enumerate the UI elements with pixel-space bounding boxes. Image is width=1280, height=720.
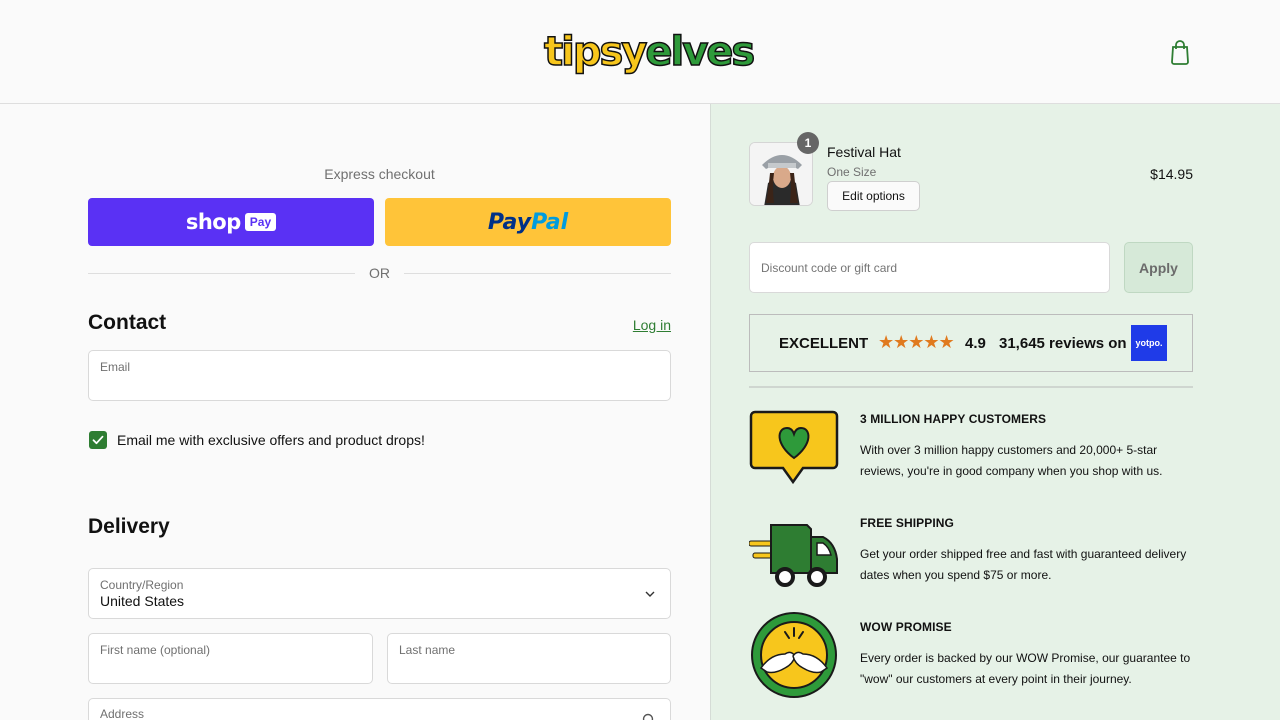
or-label: OR xyxy=(369,265,390,281)
last-name-field[interactable]: Last name xyxy=(387,633,671,684)
contact-title: Contact xyxy=(88,311,167,334)
edit-options-button[interactable]: Edit options xyxy=(827,181,920,211)
delivery-title: Delivery xyxy=(88,515,170,538)
feature-text: With over 3 million happy customers and … xyxy=(860,443,1163,478)
express-checkout-title: Express checkout xyxy=(324,166,435,182)
checkout-form: Express checkout shop Pay Pay Pal OR Cont… xyxy=(0,104,710,720)
summary-divider xyxy=(749,386,1193,388)
product-name: Festival Hat xyxy=(827,144,901,160)
feature-title: FREE SHIPPING xyxy=(860,516,954,530)
shop-pay-badge: Pay xyxy=(244,213,277,231)
tipsy-elves-logo[interactable]: tipsyelves xyxy=(543,22,756,82)
product-price: $14.95 xyxy=(1150,166,1193,182)
shopping-bag-icon[interactable] xyxy=(1168,38,1192,66)
log-in-link[interactable]: Log in xyxy=(560,317,671,333)
address-label: Address xyxy=(100,707,145,720)
first-name-label: First name (optional) xyxy=(100,643,211,657)
apply-discount-button[interactable]: Apply xyxy=(1124,242,1193,293)
quantity-badge: 1 xyxy=(797,132,819,154)
star-rating-icon: ★★★★★ xyxy=(878,332,955,352)
feature-title: WOW PROMISE xyxy=(860,620,952,634)
yotpo-logo: yotpo. xyxy=(1131,325,1167,361)
paypal-text-pal: Pal xyxy=(531,209,569,235)
order-summary: 1 Festival Hat One Size Edit options $14… xyxy=(710,104,1280,720)
logo-wordmark: tipsyelves xyxy=(543,22,756,82)
review-count: 31,645 reviews on xyxy=(999,335,1127,352)
site-header: tipsyelves xyxy=(0,0,1280,104)
product-variant: One Size xyxy=(827,165,877,179)
country-select[interactable]: Country/Region United States xyxy=(88,568,671,619)
logo-text-tipsy: tipsy xyxy=(543,28,648,76)
discount-code-field[interactable] xyxy=(749,242,1110,293)
checkmark-icon xyxy=(92,435,104,445)
delivery-truck-icon xyxy=(749,524,838,587)
yotpo-reviews-badge[interactable]: EXCELLENT ★★★★★ 4.9 31,645 reviews on yo… xyxy=(749,314,1193,372)
shop-pay-button[interactable]: shop Pay xyxy=(88,198,374,246)
last-name-label: Last name xyxy=(399,643,456,657)
country-label: Country/Region xyxy=(100,578,184,592)
country-value: United States xyxy=(100,593,185,609)
logo-text-elves: elves xyxy=(645,28,756,76)
or-divider: OR xyxy=(88,264,671,282)
address-field[interactable]: Address xyxy=(88,698,671,720)
email-field[interactable]: Email xyxy=(88,350,671,401)
review-label: EXCELLENT xyxy=(779,335,869,352)
pinky-promise-icon xyxy=(751,612,837,698)
paypal-text-pay: Pay xyxy=(487,209,532,235)
review-score: 4.9 xyxy=(965,335,986,352)
first-name-field[interactable]: First name (optional) xyxy=(88,633,373,684)
heart-speech-bubble-icon xyxy=(749,410,839,485)
marketing-checkbox-label[interactable]: Email me with exclusive offers and produ… xyxy=(117,432,425,448)
search-icon xyxy=(642,713,654,720)
discount-code-input[interactable] xyxy=(750,243,1109,292)
feature-title: 3 MILLION HAPPY CUSTOMERS xyxy=(860,412,1047,426)
chevron-down-icon xyxy=(645,591,655,597)
feature-text: Every order is backed by our WOW Promise… xyxy=(860,651,1191,686)
marketing-checkbox[interactable] xyxy=(89,431,107,449)
paypal-button[interactable]: Pay Pal xyxy=(385,198,671,246)
shop-pay-text: shop xyxy=(185,210,241,234)
email-label: Email xyxy=(100,360,131,374)
feature-text: Get your order shipped free and fast wit… xyxy=(860,547,1187,582)
